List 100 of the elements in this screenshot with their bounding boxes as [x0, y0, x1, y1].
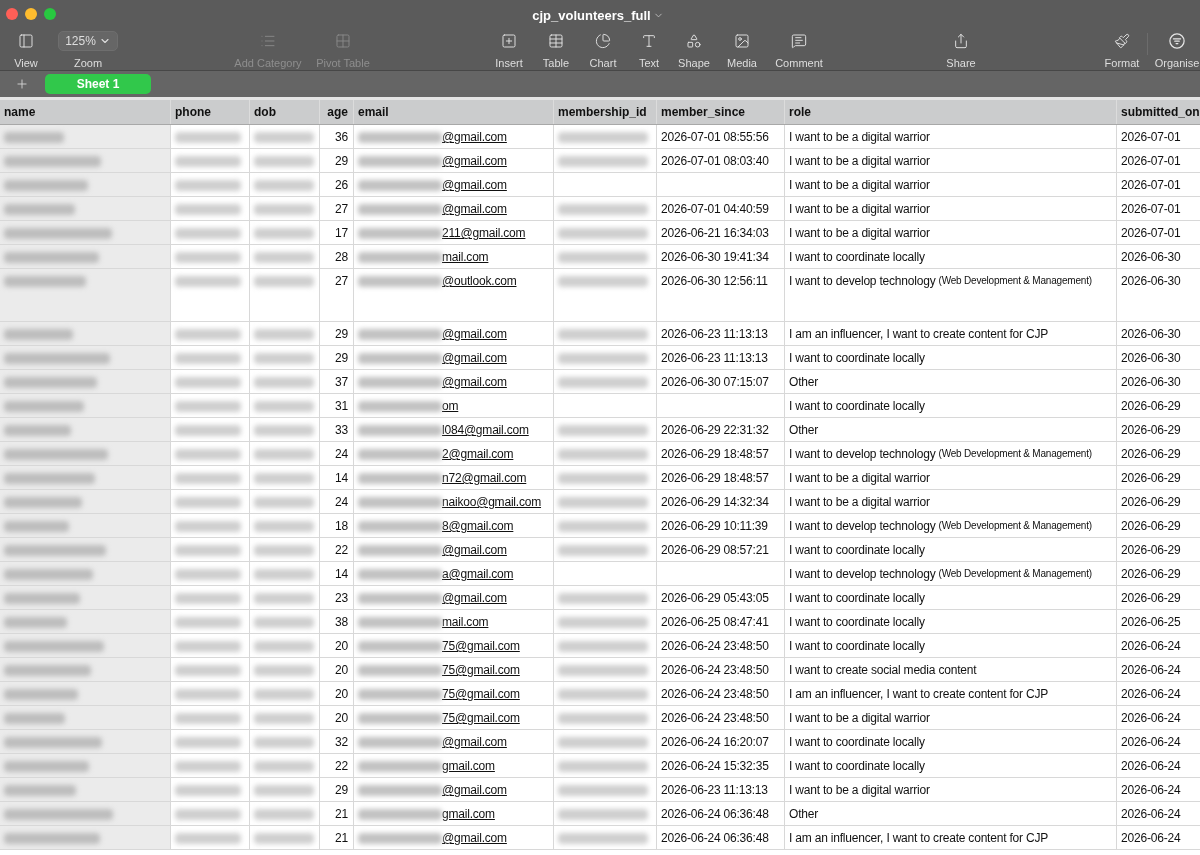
- table-cell: 2026-06-30: [1117, 269, 1200, 321]
- table-cell: I want to develop technology (Web Development & Management): [785, 442, 1117, 465]
- email-link[interactable]: gmail.com: [442, 806, 495, 822]
- table-cell: 29: [320, 322, 354, 345]
- table-cell: 2026-06-30 07:15:07: [657, 370, 785, 393]
- table-cell: 2026-06-24 15:32:35: [657, 754, 785, 777]
- toolbar-button[interactable]: Share: [936, 31, 986, 70]
- table-cell: 2026-06-29 18:48:57: [657, 466, 785, 489]
- email-link[interactable]: @gmail.com: [442, 153, 507, 169]
- email-link[interactable]: @gmail.com: [442, 590, 507, 606]
- window-title: cjp_volunteers_full: [532, 6, 651, 25]
- table-cell: I am an influencer, I want to create content for CJP: [785, 322, 1117, 345]
- table-cell: I want to be a digital warrior: [785, 173, 1117, 196]
- email-link[interactable]: @gmail.com: [442, 374, 507, 390]
- table-cell: I want to be a digital warrior: [785, 706, 1117, 729]
- table-cell: 2026-06-29: [1117, 442, 1200, 465]
- table-cell: 2026-06-25 08:47:41: [657, 610, 785, 633]
- table-cell: 2026-06-24 06:36:48: [657, 826, 785, 849]
- table-cell: 2026-06-24 06:36:48: [657, 802, 785, 825]
- email-link[interactable]: naikoo@gmail.com: [442, 494, 542, 510]
- toolbar-button[interactable]: Insert: [486, 31, 532, 70]
- toolbar-button[interactable]: Organise: [1151, 31, 1200, 70]
- toolbar-button[interactable]: Table: [532, 31, 580, 70]
- table-cell: 36: [320, 125, 354, 148]
- toolbar-button[interactable]: Shape: [672, 31, 716, 70]
- table-cell: 2026-06-24: [1117, 754, 1200, 777]
- email-link[interactable]: 8@gmail.com: [442, 518, 514, 534]
- table-cell: 28: [320, 245, 354, 268]
- email-link[interactable]: @gmail.com: [442, 350, 507, 366]
- table-cell: 2026-06-24: [1117, 634, 1200, 657]
- table-cell: 2026-06-24: [1117, 730, 1200, 753]
- email-link[interactable]: n72@gmail.com: [442, 470, 527, 486]
- table-cell: I want to be a digital warrior: [785, 221, 1117, 244]
- toolbar-button[interactable]: Chart: [580, 31, 626, 70]
- close-button[interactable]: [6, 7, 18, 20]
- table-cell: 2026-07-01: [1117, 173, 1200, 196]
- zoom-dropdown[interactable]: 125%: [58, 31, 118, 51]
- email-link[interactable]: 75@gmail.com: [442, 686, 520, 702]
- email-link[interactable]: 211@gmail.com: [442, 225, 526, 241]
- table-cell: I want to coordinate locally: [785, 346, 1117, 369]
- email-link[interactable]: om: [442, 398, 459, 414]
- table-cell: 32: [320, 730, 354, 753]
- table-cell: I want to coordinate locally: [785, 538, 1117, 561]
- shapes-icon: [686, 33, 702, 49]
- toolbar-button[interactable]: Comment: [768, 31, 830, 70]
- email-link[interactable]: gmail.com: [442, 758, 495, 774]
- plus-icon: [15, 77, 29, 91]
- table-cell: 2026-06-29 14:32:34: [657, 490, 785, 513]
- column-header: role: [785, 100, 1117, 124]
- add-sheet-button[interactable]: [14, 76, 30, 92]
- table-cell: I want to coordinate locally: [785, 634, 1117, 657]
- table-cell: 38: [320, 610, 354, 633]
- table-icon: [548, 33, 564, 49]
- table-cell: 21: [320, 802, 354, 825]
- toolbar-button[interactable]: Media: [716, 31, 768, 70]
- sidebar-icon: [18, 33, 34, 49]
- plus-square-icon: [501, 33, 517, 49]
- table-cell: I am an influencer, I want to create content for CJP: [785, 682, 1117, 705]
- table-cell: 29: [320, 778, 354, 801]
- table-cell: I want to coordinate locally: [785, 610, 1117, 633]
- table-cell: 2026-06-24 23:48:50: [657, 682, 785, 705]
- email-link[interactable]: 75@gmail.com: [442, 710, 520, 726]
- email-link[interactable]: a@gmail.com: [442, 566, 514, 582]
- fullscreen-button[interactable]: [44, 7, 56, 20]
- table-cell: 2026-06-30: [1117, 245, 1200, 268]
- email-link[interactable]: @gmail.com: [442, 782, 507, 798]
- table-cell: 2026-06-30 12:56:11: [657, 269, 785, 321]
- email-link[interactable]: @outlook.com: [442, 273, 517, 289]
- toolbar-button[interactable]: Text: [626, 31, 672, 70]
- table-cell: 2026-06-24: [1117, 778, 1200, 801]
- table-cell: I want to develop technology (Web Development & Management): [785, 269, 1117, 321]
- toolbar-button[interactable]: Format: [1097, 31, 1147, 70]
- table-cell: 2026-06-24: [1117, 826, 1200, 849]
- email-link[interactable]: @gmail.com: [442, 734, 507, 750]
- email-link[interactable]: @gmail.com: [442, 129, 507, 145]
- table-cell: I want to be a digital warrior: [785, 197, 1117, 220]
- email-link[interactable]: mail.com: [442, 614, 489, 630]
- table-cell: 2026-06-23 11:13:13: [657, 322, 785, 345]
- toolbar-button[interactable]: View: [6, 31, 46, 70]
- email-link[interactable]: @gmail.com: [442, 201, 507, 217]
- email-link[interactable]: @gmail.com: [442, 326, 507, 342]
- email-link[interactable]: mail.com: [442, 249, 489, 265]
- email-link[interactable]: l084@gmail.com: [442, 422, 529, 438]
- table-cell: 20: [320, 706, 354, 729]
- table-cell: 2026-06-29: [1117, 394, 1200, 417]
- table-cell: I want to coordinate locally: [785, 394, 1117, 417]
- table-cell: I want to coordinate locally: [785, 754, 1117, 777]
- table-cell: I want to be a digital warrior: [785, 125, 1117, 148]
- email-link[interactable]: @gmail.com: [442, 830, 507, 846]
- email-link[interactable]: @gmail.com: [442, 542, 507, 558]
- email-link[interactable]: @gmail.com: [442, 177, 507, 193]
- table-cell: 23: [320, 586, 354, 609]
- column-header: phone: [171, 100, 250, 124]
- toolbar-label: Zoom: [73, 57, 103, 70]
- table-cell: I want to be a digital warrior: [785, 778, 1117, 801]
- email-link[interactable]: 75@gmail.com: [442, 662, 520, 678]
- email-link[interactable]: 2@gmail.com: [442, 446, 514, 462]
- email-link[interactable]: 75@gmail.com: [442, 638, 520, 654]
- table-cell: 2026-06-24: [1117, 658, 1200, 681]
- minimize-button[interactable]: [25, 7, 37, 20]
